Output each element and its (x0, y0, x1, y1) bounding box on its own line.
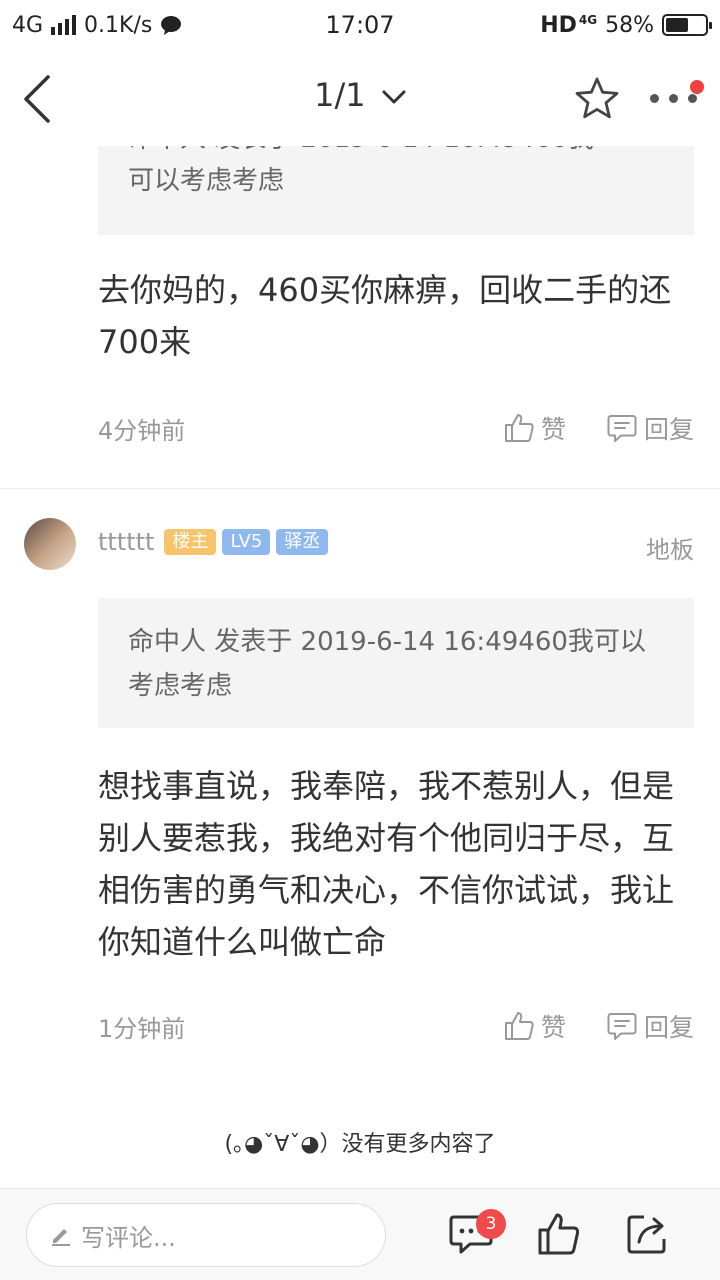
more-icon (650, 94, 697, 103)
battery-icon (662, 14, 712, 36)
reply-list[interactable]: 命中人 发表于 2019-6-14 16:49460我 可以考虑考虑 去你妈的，… (0, 146, 720, 1188)
battery-percent: 58% (605, 12, 654, 38)
hd-network: 4G (578, 13, 598, 27)
hd-indicator: HD (540, 12, 577, 38)
like-button[interactable]: 赞 (503, 410, 566, 446)
comment-icon (607, 1013, 637, 1040)
username[interactable]: tttttt (98, 528, 154, 556)
reply-button[interactable]: 回复 (606, 1008, 694, 1044)
quote-text-partial: 命中人 发表于 2019-6-14 16:49460我 (128, 146, 594, 155)
reply-label: 回复 (643, 1013, 694, 1042)
message-icon (161, 16, 182, 35)
star-icon (575, 77, 619, 119)
level-badge: LV5 (222, 529, 271, 555)
floor-label: 地板 (646, 536, 694, 564)
more-button[interactable] (646, 80, 710, 120)
share-button[interactable] (624, 1211, 672, 1259)
reply-button[interactable]: 回复 (606, 410, 694, 446)
divider (0, 488, 720, 489)
like-label: 赞 (540, 1013, 566, 1042)
comment-input[interactable]: 写评论... (26, 1203, 386, 1267)
reply-time: 1分钟前 (98, 1014, 186, 1043)
chevron-down-icon (382, 90, 406, 104)
host-badge: 楼主 (164, 529, 217, 555)
network-type: 4G (12, 12, 44, 38)
pencil-icon (52, 1229, 70, 1246)
title-badge: 驿丞 (276, 529, 329, 555)
nav-bar: 1/1 (0, 50, 720, 146)
comment-placeholder: 写评论... (81, 1223, 176, 1252)
avatar[interactable] (24, 518, 76, 570)
reply-meta: 1分钟前 赞 回复 (98, 1006, 694, 1046)
network-speed: 0.1K/s (84, 12, 153, 38)
thumbs-up-icon (504, 1012, 534, 1040)
like-button[interactable]: 赞 (503, 1008, 566, 1044)
reply-text: 想找事直说，我奉陪，我不惹别人，但是别人要惹我，我绝对有个他同归于尽，互相伤害的… (98, 767, 675, 961)
comment-icon (607, 415, 637, 442)
end-of-list-text: (｡◕ˇ∀ˇ◕）没有更多内容了 (224, 1132, 496, 1157)
signal-icon (51, 15, 77, 35)
reply-time: 4分钟前 (98, 416, 186, 445)
like-label: 赞 (540, 415, 566, 444)
status-bar: 4G 0.1K/s 17:07 HD 4G 58% (0, 0, 720, 50)
reply-label: 回复 (643, 415, 694, 444)
bottom-bar: 写评论... 3 (0, 1188, 720, 1280)
like-post-button[interactable] (536, 1211, 584, 1259)
reply-text: 去你妈的，460买你麻痹，回收二手的还700来 (98, 271, 672, 361)
page-indicator-label: 1/1 (314, 76, 366, 114)
quoted-reply: 命中人 发表于 2019-6-14 16:49460我 可以考虑考虑 (98, 146, 694, 235)
favorite-button[interactable] (574, 76, 622, 122)
quoted-reply: 命中人 发表于 2019-6-14 16:49460我可以考虑考虑 (98, 598, 694, 728)
thumbs-up-icon (504, 414, 534, 442)
user-info: tttttt 楼主 LV5 驿丞 (98, 528, 329, 556)
comment-count-badge: 3 (476, 1209, 506, 1239)
reply-meta: 4分钟前 赞 回复 (98, 408, 694, 448)
thumbs-up-icon (538, 1213, 580, 1255)
share-icon (627, 1215, 666, 1254)
notification-dot (690, 80, 704, 94)
quote-text: 可以考虑考虑 (128, 166, 285, 196)
